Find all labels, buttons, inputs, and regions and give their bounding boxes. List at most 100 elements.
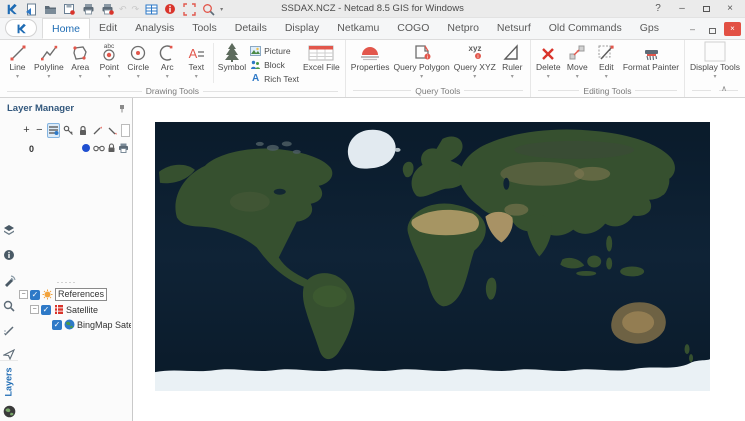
layer-print-icon[interactable]	[118, 143, 129, 155]
dropdown-icon[interactable]: ▾	[137, 74, 140, 80]
wand-down-button[interactable]	[106, 123, 119, 138]
pin-icon[interactable]	[118, 100, 126, 118]
checkbox-bingmap[interactable]: ✓	[52, 319, 62, 330]
add-layer-button[interactable]: +	[21, 123, 32, 138]
info-circle-icon[interactable]	[2, 248, 16, 262]
dropdown-icon[interactable]: ▾	[420, 74, 423, 80]
lock-button[interactable]	[77, 123, 89, 138]
panel-splitter[interactable]: ·····	[0, 278, 133, 287]
block-button[interactable]: Block	[250, 58, 299, 71]
application-menu-button[interactable]	[5, 19, 37, 37]
layer-color-dot[interactable]	[81, 143, 91, 155]
tab-display[interactable]: Display	[276, 18, 328, 39]
print-alert-button[interactable]	[100, 2, 114, 16]
tab-netsurf[interactable]: Netsurf	[488, 18, 540, 39]
checkbox-satellite[interactable]: ✓	[41, 304, 51, 315]
info-button[interactable]	[163, 2, 177, 16]
ruler-button[interactable]: Ruler ▾	[498, 41, 527, 80]
dropdown-icon[interactable]: ▾	[16, 74, 19, 80]
dropdown-icon[interactable]: ▾	[547, 74, 550, 80]
dropdown-icon[interactable]: ▾	[511, 74, 514, 80]
help-button[interactable]: ?	[646, 0, 670, 18]
doc-minimize-button[interactable]: –	[684, 22, 701, 36]
line-button[interactable]: Line ▾	[3, 41, 32, 80]
send-icon[interactable]	[2, 347, 16, 361]
excel-file-button[interactable]: Excel File	[301, 41, 342, 80]
close-button[interactable]: ×	[718, 0, 742, 18]
dropdown-icon[interactable]: ▾	[713, 74, 716, 80]
zoom-region-button[interactable]	[201, 2, 215, 16]
dropdown-icon[interactable]: ▾	[47, 74, 50, 80]
polyline-button[interactable]: Polyline ▾	[32, 41, 66, 80]
expander-icon[interactable]: −	[19, 290, 28, 299]
layer-lock-icon[interactable]	[107, 142, 116, 155]
tab-tools[interactable]: Tools	[183, 18, 226, 39]
area-button[interactable]: Area ▾	[66, 41, 95, 80]
antenna-icon[interactable]	[2, 274, 16, 288]
layers-stack-icon[interactable]	[2, 223, 16, 237]
sketch-edit-icon[interactable]	[2, 324, 16, 338]
tab-netkamu[interactable]: Netkamu	[328, 18, 388, 39]
layer-row-0[interactable]: 0	[21, 141, 129, 156]
minimize-button[interactable]: –	[670, 0, 694, 18]
color-swatch[interactable]	[120, 123, 131, 137]
tree-row-bingmap[interactable]: ✓ BingMap Satellite I	[19, 317, 131, 332]
tab-details[interactable]: Details	[226, 18, 276, 39]
tree-label-references[interactable]: References	[55, 288, 108, 301]
tab-edit[interactable]: Edit	[90, 18, 126, 39]
open-folder-button[interactable]	[43, 2, 57, 16]
point-button[interactable]: abc Point ▾	[95, 41, 124, 80]
dropdown-icon[interactable]: ▾	[473, 74, 476, 80]
tab-netpro[interactable]: Netpro	[438, 18, 488, 39]
tab-old-commands[interactable]: Old Commands	[540, 18, 631, 39]
query-xyz-button[interactable]: xyz i Query XYZ ▾	[452, 41, 498, 80]
search-icon[interactable]	[2, 299, 16, 313]
select-region-button[interactable]	[182, 2, 196, 16]
tree-label-satellite[interactable]: Satellite	[66, 305, 98, 315]
tab-gps[interactable]: Gps	[631, 18, 668, 39]
quick-access-caret-icon[interactable]: ▾	[220, 6, 223, 13]
tree-label-bingmap[interactable]: BingMap Satellite I	[77, 320, 131, 330]
dropdown-icon[interactable]: ▾	[605, 74, 608, 80]
remove-layer-button[interactable]: −	[34, 123, 45, 138]
layer-list-button[interactable]	[46, 122, 60, 138]
tab-analysis[interactable]: Analysis	[126, 18, 183, 39]
text-button[interactable]: A Text ▾	[182, 41, 211, 80]
table-view-button[interactable]	[144, 2, 158, 16]
world-map-image[interactable]	[155, 122, 710, 391]
circle-button[interactable]: Circle ▾	[124, 41, 153, 80]
symbol-button[interactable]: Symbol	[216, 41, 248, 80]
doc-restore-button[interactable]	[704, 22, 721, 36]
tree-row-references[interactable]: − ✓ References	[19, 287, 131, 302]
tab-home[interactable]: Home	[42, 18, 91, 39]
delete-button[interactable]: Delete ▾	[534, 41, 563, 80]
expander-icon[interactable]: −	[30, 305, 39, 314]
edit-button[interactable]: Edit ▾	[592, 41, 621, 80]
key-button[interactable]	[62, 123, 75, 138]
query-polygon-button[interactable]: i Query Polygon ▾	[392, 41, 452, 80]
undo-button[interactable]: ↶	[119, 2, 127, 16]
dropdown-icon[interactable]: ▾	[79, 74, 82, 80]
format-painter-button[interactable]: Format Painter	[621, 41, 681, 80]
display-tools-button[interactable]: Display Tools ▾	[688, 41, 742, 80]
save-button[interactable]	[62, 2, 76, 16]
map-viewport[interactable]	[134, 98, 745, 421]
dropdown-icon[interactable]: ▾	[166, 74, 169, 80]
layers-side-tab[interactable]: Layers	[0, 360, 18, 402]
visibility-glasses-icon[interactable]	[93, 144, 105, 154]
globe-tab-icon[interactable]	[2, 404, 16, 418]
tab-cogo[interactable]: COGO	[388, 18, 438, 39]
picture-button[interactable]: Picture	[250, 44, 299, 57]
print-button[interactable]	[81, 2, 95, 16]
checkbox-references[interactable]: ✓	[30, 289, 40, 300]
tree-row-satellite[interactable]: − ✓ Satellite	[19, 302, 131, 317]
doc-close-button[interactable]: ×	[724, 22, 741, 36]
restore-button[interactable]	[694, 0, 718, 18]
rich-text-button[interactable]: A Rich Text	[250, 72, 299, 85]
dropdown-icon[interactable]: ▾	[576, 74, 579, 80]
move-button[interactable]: Move ▾	[563, 41, 592, 80]
ribbon-collapse-button[interactable]: ∧	[721, 84, 727, 93]
wand-up-button[interactable]	[91, 123, 104, 138]
properties-button[interactable]: Properties	[349, 41, 392, 80]
redo-button[interactable]: ↷	[132, 2, 140, 16]
